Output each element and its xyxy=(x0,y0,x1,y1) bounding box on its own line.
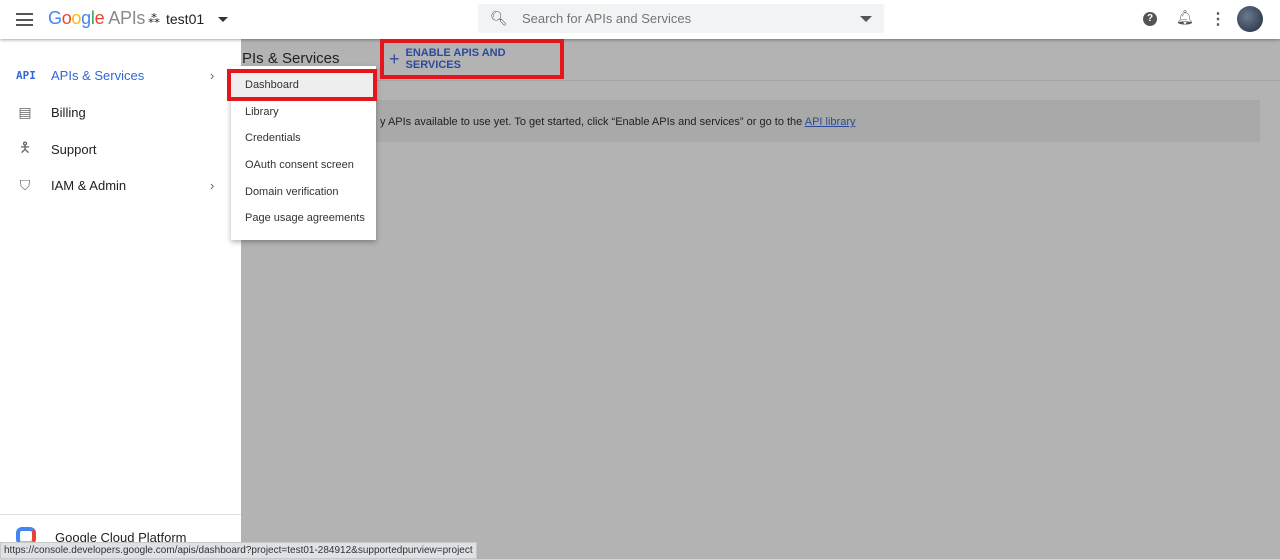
api-icon: API xyxy=(16,68,36,82)
submenu-item-oauth-consent[interactable]: OAuth consent screen xyxy=(231,152,376,179)
top-bar: GoogleAPIs ⁂ test01 🔍︎ ? 🔔︎ ⋮ xyxy=(0,0,1280,39)
info-banner: y APIs available to use yet. To get star… xyxy=(250,100,1260,142)
more-vert-icon[interactable]: ⋮ xyxy=(1210,9,1226,29)
shield-icon: ⛉ xyxy=(19,176,31,193)
support-icon: 🯅 xyxy=(18,139,32,155)
billing-icon: ▤ xyxy=(18,103,32,120)
search-input[interactable] xyxy=(522,8,842,29)
sidebar-item-apis-services[interactable]: API APIs & Services › xyxy=(0,57,241,93)
dropdown-icon[interactable] xyxy=(860,16,872,22)
sidebar-item-support[interactable]: 🯅 Support xyxy=(0,131,241,167)
avatar[interactable] xyxy=(1237,6,1263,32)
enable-apis-button[interactable]: + ENABLE APIS AND SERVICES xyxy=(383,42,560,76)
notifications-icon[interactable]: 🔔︎ xyxy=(1176,9,1194,26)
submenu-item-credentials[interactable]: Credentials xyxy=(231,125,376,152)
apis-submenu: Dashboard Library Credentials OAuth cons… xyxy=(231,66,376,240)
search-bar[interactable]: 🔍︎ xyxy=(478,4,884,33)
menu-icon[interactable] xyxy=(16,13,33,26)
project-name: test01 xyxy=(166,11,205,27)
plus-icon: + xyxy=(389,48,400,69)
status-bar-url: https://console.developers.google.com/ap… xyxy=(0,542,477,559)
google-apis-logo[interactable]: Google APIs xyxy=(48,8,145,29)
search-icon: 🔍︎ xyxy=(490,10,508,26)
caret-down-icon xyxy=(218,16,229,22)
submenu-item-library[interactable]: Library xyxy=(231,99,376,126)
submenu-item-dashboard[interactable]: Dashboard xyxy=(231,72,376,99)
sidebar-item-iam-admin[interactable]: ⛉ IAM & Admin › xyxy=(0,167,241,203)
submenu-item-domain-verification[interactable]: Domain verification xyxy=(231,179,376,206)
chevron-right-icon: › xyxy=(210,67,215,83)
project-selector[interactable]: ⁂ test01 xyxy=(148,11,229,27)
page-title: PIs & Services xyxy=(242,50,340,67)
chevron-right-icon: › xyxy=(210,177,215,193)
sidebar: API APIs & Services › ▤ Billing 🯅 Suppor… xyxy=(0,39,241,558)
divider xyxy=(241,80,1280,81)
submenu-item-page-usage[interactable]: Page usage agreements xyxy=(231,205,376,232)
sidebar-item-billing[interactable]: ▤ Billing xyxy=(0,94,241,130)
help-icon[interactable]: ? xyxy=(1143,12,1157,26)
project-icon: ⁂ xyxy=(148,12,160,26)
api-library-link[interactable]: API library xyxy=(805,116,856,128)
